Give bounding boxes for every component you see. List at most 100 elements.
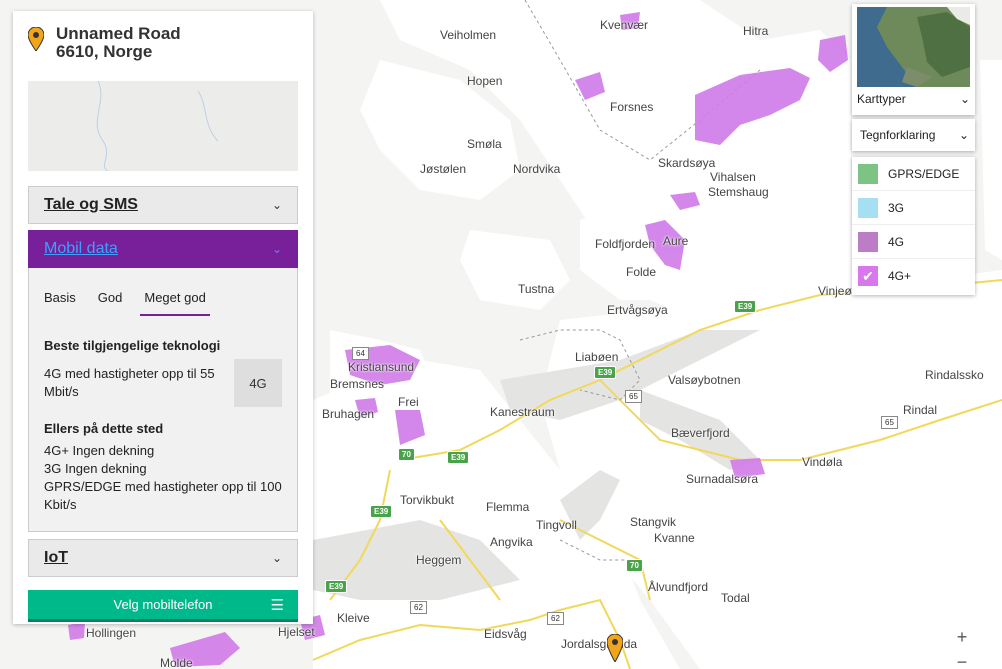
road-shield-62: 62	[547, 612, 564, 625]
road-shield-e39: E39	[447, 451, 470, 464]
zoom-in-button[interactable]: +	[950, 625, 974, 649]
legend-panel: GPRS/EDGE 3G 4G ✔ 4G+	[852, 157, 975, 295]
place-label: Ålvundfjord	[648, 580, 709, 594]
zoom-out-button[interactable]: −	[950, 652, 974, 669]
best-tech-title: Beste tilgjengelige teknologi	[44, 338, 221, 353]
place-label: Veiholmen	[440, 28, 497, 42]
place-label: Hopen	[467, 74, 503, 88]
place-label: Frei	[398, 395, 419, 409]
place-label: Kvanne	[654, 531, 695, 545]
place-label: Jøstølen	[420, 162, 467, 176]
legend-label: 4G+	[888, 269, 912, 283]
place-label: Bremsnes	[330, 377, 385, 391]
section-iot[interactable]: IoT ⌄	[28, 539, 298, 577]
place-label: Eidsvåg	[484, 627, 527, 641]
tab-god[interactable]: God	[98, 290, 123, 316]
place-label: Smøla	[467, 137, 502, 151]
legend-swatch	[858, 197, 878, 218]
road-shield-e39: E39	[594, 366, 617, 379]
place-label: Aure	[663, 234, 689, 248]
section-tale-sms[interactable]: Tale og SMS ⌄	[28, 186, 298, 224]
list-item: GPRS/EDGE med hastigheter opp til 100 Kb…	[44, 479, 282, 512]
place-label: Stemshaug	[708, 185, 769, 199]
legend-item-gprs[interactable]: GPRS/EDGE	[852, 157, 975, 191]
place-label: Kleive	[337, 611, 370, 625]
place-label: Rindalssko	[925, 368, 984, 382]
tab-meget-god[interactable]: Meget god	[140, 290, 210, 316]
road-shield-65: 65	[625, 390, 642, 403]
place-label: Foldfjorden	[595, 237, 656, 251]
place-label: Kvenvær	[600, 18, 649, 32]
legend-label: 4G	[888, 234, 905, 249]
legend-toggle-label: Tegnforklaring	[860, 128, 936, 142]
address-line1: Unnamed Road	[56, 24, 181, 43]
road-shield-62: 62	[410, 601, 427, 614]
address-line2: 6610, Norge	[56, 42, 153, 61]
section-title: IoT	[44, 549, 68, 566]
place-label: Nordvika	[513, 162, 561, 176]
section-mobil-data[interactable]: Mobil data ⌄	[28, 230, 298, 268]
place-label: Tingvoll	[536, 518, 577, 532]
other-list: 4G+ Ingen dekning 3G Ingen dekning GPRS/…	[44, 442, 282, 514]
road-shield-70: 70	[626, 559, 643, 572]
chevron-down-icon: ⌄	[959, 92, 970, 106]
list-item: 4G+ Ingen dekning	[44, 443, 155, 458]
place-label: Jordalsgrenda	[561, 637, 638, 651]
place-label: Liabøen	[575, 350, 619, 364]
place-label: Valsøybotnen	[668, 373, 741, 387]
legend-swatch	[858, 163, 878, 184]
menu-icon: ☰	[270, 597, 284, 614]
place-label: Heggem	[416, 553, 462, 567]
tech-badge: 4G	[234, 359, 282, 407]
place-label: Vindøla	[802, 455, 843, 469]
road-shield-70: 70	[398, 448, 415, 461]
address-block: Unnamed Road 6610, Norge	[28, 25, 298, 81]
road-shield-65: 65	[881, 416, 898, 429]
legend-swatch	[858, 231, 878, 252]
select-phone-button[interactable]: Velg mobiltelefon ☰	[28, 590, 298, 622]
legend-label: GPRS/EDGE	[888, 166, 960, 181]
place-label: Hitra	[743, 24, 769, 38]
place-label: Kristiansund	[348, 360, 415, 374]
road-shield-e39: E39	[734, 300, 757, 313]
legend-toggle[interactable]: Tegnforklaring ⌄	[852, 119, 975, 151]
legend-item-4g-plus[interactable]: ✔ 4G+	[852, 259, 975, 293]
place-label: Todal	[721, 591, 750, 605]
place-label: Bruhagen	[322, 407, 375, 421]
select-phone-label: Velg mobiltelefon	[113, 597, 213, 612]
place-label: Tustna	[518, 282, 555, 296]
map-types-label: Karttyper	[857, 92, 906, 106]
chevron-down-icon: ⌄	[271, 242, 282, 256]
location-pin-icon	[28, 27, 44, 51]
place-label: Molde	[160, 656, 193, 669]
place-label: Skardsøya	[658, 156, 716, 170]
checkmark-icon: ✔	[858, 266, 878, 286]
road-shield-64: 64	[352, 347, 369, 360]
list-item: 3G Ingen dekning	[44, 461, 147, 476]
section-title: Mobil data	[44, 240, 118, 257]
section-title: Tale og SMS	[44, 196, 138, 213]
satellite-thumbnail	[857, 7, 970, 87]
place-label: Kanestraum	[490, 405, 555, 419]
chevron-down-icon: ⌄	[271, 551, 282, 565]
mini-map[interactable]	[28, 81, 298, 171]
legend-item-3g[interactable]: 3G	[852, 191, 975, 225]
place-label: Ertvågsøya	[607, 303, 668, 317]
road-shield-e39: E39	[370, 505, 393, 518]
place-label: Angvika	[490, 535, 533, 549]
best-tech-desc: 4G med hastigheter opp til 55 Mbit/s	[44, 366, 215, 399]
legend-label: 3G	[888, 200, 905, 215]
place-label: Flemma	[486, 500, 530, 514]
mobil-data-content: Basis God Meget god Beste tilgjengelige …	[28, 268, 298, 532]
place-label: Hjelset	[278, 625, 315, 639]
chevron-down-icon: ⌄	[271, 198, 282, 212]
place-label: Folde	[626, 265, 657, 279]
place-label: Surnadalsøra	[686, 472, 759, 486]
map-types-control[interactable]: Karttyper ⌄	[852, 4, 975, 115]
place-label: Hollingen	[86, 626, 137, 640]
road-shield-e39: E39	[325, 580, 348, 593]
tab-basis[interactable]: Basis	[44, 290, 76, 316]
place-label: Forsnes	[610, 100, 654, 114]
quality-tabs: Basis God Meget god	[44, 268, 282, 316]
legend-item-4g[interactable]: 4G	[852, 225, 975, 259]
